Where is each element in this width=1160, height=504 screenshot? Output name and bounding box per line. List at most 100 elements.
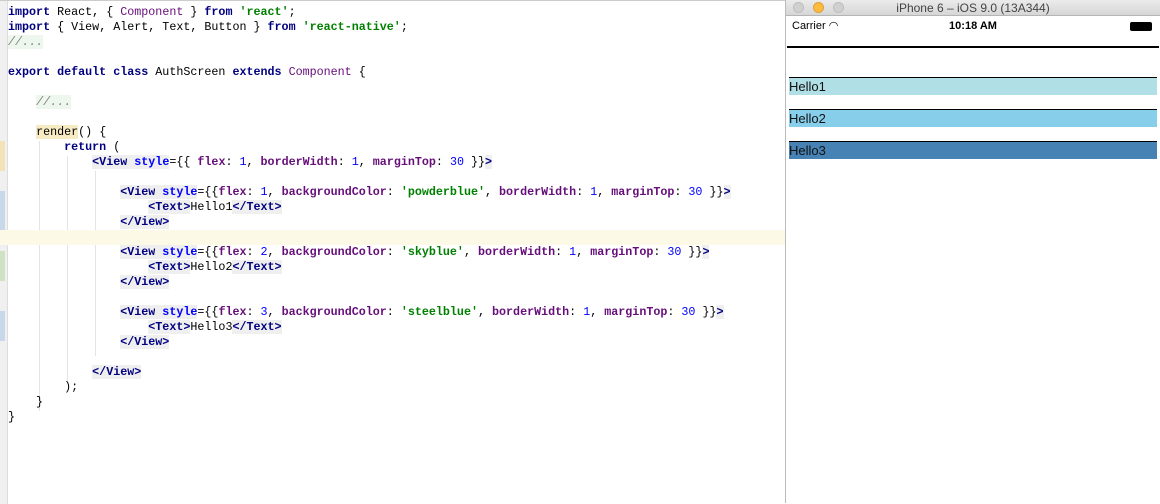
hello3-view: Hello3 [789, 141, 1157, 159]
code-line[interactable]: <Text>Hello3</Text> [8, 320, 785, 335]
hello2-text: Hello2 [789, 111, 826, 126]
code-token-prop: flex [197, 155, 226, 169]
code-line[interactable]: return ( [8, 140, 785, 155]
code-token-txt: ; [288, 5, 296, 19]
code-token-prop: marginTop [590, 245, 654, 259]
code-token-tag: </View> [120, 215, 170, 229]
code-token-txt: , [597, 185, 612, 199]
code-line[interactable]: //... [8, 95, 785, 110]
code-token-prop: borderWidth [477, 245, 556, 259]
code-token-prop: marginTop [604, 305, 668, 319]
hello2-view: Hello2 [789, 109, 1157, 127]
code-token-num: 1 [239, 155, 247, 169]
code-token-txt: : [576, 185, 591, 199]
code-token-kw: return [64, 140, 107, 154]
code-line[interactable] [8, 350, 785, 365]
code-token-kw: from [204, 5, 233, 19]
code-token-txt: : [386, 305, 401, 319]
code-line[interactable]: } [8, 395, 785, 410]
code-token-tag: </Text> [232, 200, 282, 214]
code-token-tag: </Text> [232, 320, 282, 334]
code-line[interactable]: </View> [8, 275, 785, 290]
code-token-txt: ; [400, 20, 408, 34]
code-token-tag: > [716, 305, 724, 319]
code-token-txt: : [337, 155, 352, 169]
code-token-txt: : [653, 245, 668, 259]
simulator-title-bar: iPhone 6 – iOS 9.0 (13A344) [786, 0, 1160, 16]
code-token-txt: , [246, 155, 261, 169]
code-token-txt: : [246, 305, 261, 319]
code-line[interactable]: <Text>Hello1</Text> [8, 200, 785, 215]
code-line[interactable] [8, 80, 785, 95]
code-token-txt: { View, Alert, Text, Button } [50, 20, 268, 34]
code-line[interactable]: <View style={{ flex: 1, borderWidth: 1, … [8, 155, 785, 170]
code-line[interactable]: <View style={{flex: 1, backgroundColor: … [8, 185, 785, 200]
code-token-txt: { [351, 65, 366, 79]
code-line[interactable]: </View> [8, 215, 785, 230]
hello1-text: Hello1 [789, 79, 826, 94]
code-token-txt: : [569, 305, 584, 319]
code-line[interactable]: import { View, Alert, Text, Button } fro… [8, 20, 785, 35]
code-token-prop: borderWidth [492, 305, 570, 319]
editor-gutter[interactable] [0, 1, 8, 504]
code-token-txt: : [674, 185, 689, 199]
code-content[interactable]: import React, { Component } from 'react'… [0, 5, 785, 425]
code-token-tag: > [723, 185, 731, 199]
code-token-txt: , [576, 245, 591, 259]
code-line[interactable]: <View style={{flex: 3, backgroundColor: … [8, 305, 785, 320]
code-line[interactable] [0, 230, 785, 245]
code-line[interactable] [8, 170, 785, 185]
code-token-kw: from [267, 20, 296, 34]
code-line[interactable]: //... [8, 35, 785, 50]
code-token-txt: , [477, 305, 493, 319]
code-line[interactable]: </View> [8, 335, 785, 350]
code-line[interactable]: render() { [8, 125, 785, 140]
code-line[interactable]: import React, { Component } from 'react'… [8, 5, 785, 20]
code-line[interactable]: <View style={{flex: 2, backgroundColor: … [8, 245, 785, 260]
code-editor[interactable]: import React, { Component } from 'react'… [0, 0, 785, 504]
code-token-cm: //... [36, 95, 72, 109]
code-token-num: 3 [260, 305, 268, 319]
code-line[interactable] [8, 110, 785, 125]
ios-simulator-window: iPhone 6 – iOS 9.0 (13A344) Carrier ◠ 10… [785, 0, 1160, 503]
code-token-cm: //... [8, 35, 44, 49]
code-token-prop: backgroundColor [281, 305, 387, 319]
code-token-prop: backgroundColor [281, 245, 387, 259]
code-token-str: 'powderblue' [400, 185, 485, 199]
code-line[interactable] [8, 290, 785, 305]
code-line[interactable]: ); [8, 380, 785, 395]
close-window-button[interactable] [793, 2, 804, 13]
code-line[interactable]: } [8, 410, 785, 425]
code-token-prop: flex [218, 185, 247, 199]
code-line[interactable] [8, 50, 785, 65]
code-line[interactable]: </View> [8, 365, 785, 380]
code-line[interactable]: <Text>Hello2</Text> [8, 260, 785, 275]
code-token-txt: , [590, 305, 605, 319]
code-token-str: 'react' [239, 5, 289, 19]
code-line[interactable]: export default class AuthScreen extends … [8, 65, 785, 80]
code-token-txt: Hello1 [190, 200, 233, 214]
code-token-tag: > [485, 155, 493, 169]
code-token-str: 'steelblue' [400, 305, 478, 319]
minimize-window-button[interactable] [813, 2, 824, 13]
code-token-txt: : [555, 245, 570, 259]
code-token-tag: <Text> [148, 320, 191, 334]
code-token-attr: style [127, 155, 170, 169]
code-token-txt: : [386, 245, 401, 259]
code-token-num: 30 [681, 305, 696, 319]
code-token-txt: : [246, 245, 261, 259]
code-token-txt: : [435, 155, 450, 169]
zoom-window-button[interactable] [833, 2, 844, 13]
code-token-prop: flex [218, 245, 247, 259]
code-token-txt: } [8, 395, 44, 409]
code-token-txt: , [267, 245, 282, 259]
code-token-txt: ={{ [197, 245, 219, 259]
code-token-txt: } [183, 5, 205, 19]
